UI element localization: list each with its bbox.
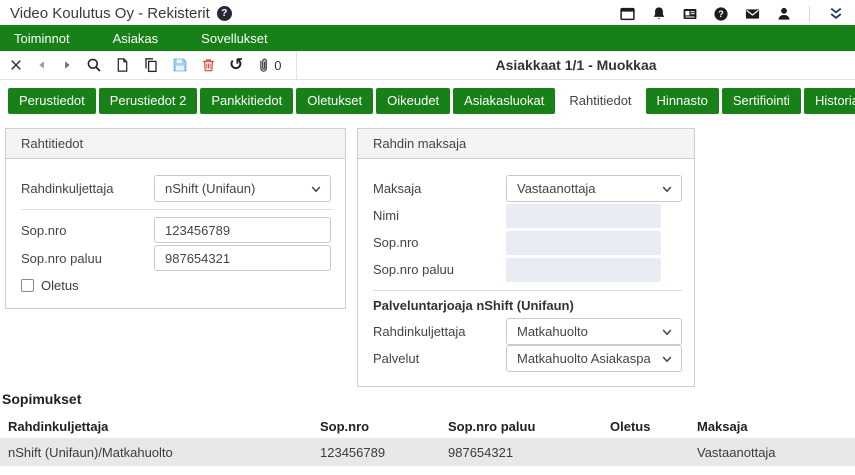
payer-label: Maksaja	[373, 181, 506, 196]
default-checkbox[interactable]	[21, 279, 34, 292]
provider-heading: Palveluntarjoaja nShift (Unifaun)	[373, 298, 682, 313]
cell-carrier: nShift (Unifaun)/Matkahuolto	[8, 445, 320, 460]
mail-icon[interactable]	[744, 6, 761, 22]
payer-name-label: Nimi	[373, 208, 506, 223]
delete-icon[interactable]	[201, 57, 216, 73]
tab-rahtitiedot[interactable]: Rahtitiedot	[558, 88, 642, 114]
tab-hinnasto[interactable]: Hinnasto	[646, 88, 719, 114]
title-help-badge-icon[interactable]: ?	[217, 6, 232, 21]
freight-info-panel: Rahtitiedot Rahdinkuljettaja nShift (Uni…	[5, 128, 346, 309]
freight-payer-panel: Rahdin maksaja Maksaja Vastaanottaja Nim…	[357, 128, 695, 387]
return-contract-number-input[interactable]: 987654321	[154, 245, 331, 271]
contracts-section: Sopimukset Rahdinkuljettaja Sop.nro Sop.…	[0, 391, 855, 466]
tab-perustiedot-2[interactable]: Perustiedot 2	[99, 88, 198, 114]
prev-record-icon[interactable]	[36, 58, 48, 72]
contracts-title: Sopimukset	[0, 391, 855, 407]
chevron-down-icon	[310, 183, 322, 195]
payer-panel-title: Rahdin maksaja	[358, 129, 694, 159]
search-icon[interactable]	[86, 57, 102, 73]
carrier-select[interactable]: nShift (Unifaun)	[154, 175, 331, 202]
payer-return-contract-label: Sop.nro paluu	[373, 262, 506, 277]
row-divider	[21, 209, 333, 210]
tab-bar: Perustiedot Perustiedot 2 Pankkitiedot O…	[0, 80, 855, 114]
tab-pankkitiedot[interactable]: Pankkitiedot	[200, 88, 293, 114]
cell-return-number: 987654321	[448, 445, 610, 460]
payer-contract-number-input-disabled	[506, 231, 661, 255]
contract-table-row[interactable]: nShift (Unifaun)/Matkahuolto 123456789 9…	[0, 438, 855, 466]
contract-number-label: Sop.nro	[21, 223, 154, 238]
save-icon[interactable]	[172, 57, 188, 73]
new-document-icon[interactable]	[115, 57, 130, 73]
attachment-count: 0	[274, 58, 281, 73]
payer-return-contract-input-disabled	[506, 258, 661, 282]
help-icon[interactable]: ?	[713, 6, 729, 22]
payer-contract-number-label: Sop.nro	[373, 235, 506, 250]
copy-icon[interactable]	[143, 57, 159, 73]
services-label: Palvelut	[373, 351, 506, 366]
titlebar-divider	[809, 6, 810, 22]
provider-carrier-select[interactable]: Matkahuolto	[506, 318, 682, 345]
tab-historia[interactable]: Historia	[804, 88, 855, 114]
freight-panel-title: Rahtitiedot	[6, 129, 345, 159]
titlebar: Video Koulutus Oy - Rekisterit ? ?	[0, 0, 855, 25]
contract-number-input[interactable]: 123456789	[154, 217, 331, 243]
contracts-table: Rahdinkuljettaja Sop.nro Sop.nro paluu O…	[0, 414, 855, 466]
menu-sovellukset[interactable]: Sovellukset	[201, 31, 267, 46]
chevron-down-icon	[661, 326, 673, 338]
notifications-bell-icon[interactable]	[651, 6, 667, 22]
cell-payer: Vastaanottaja	[697, 445, 855, 460]
tab-oletukset[interactable]: Oletukset	[296, 88, 373, 114]
chevron-down-icon	[661, 353, 673, 365]
col-header-return-number: Sop.nro paluu	[448, 419, 610, 434]
tab-oikeudet[interactable]: Oikeudet	[376, 88, 450, 114]
payer-select[interactable]: Vastaanottaja	[506, 175, 682, 202]
next-record-icon[interactable]	[61, 58, 73, 72]
close-icon[interactable]	[9, 58, 23, 72]
return-contract-number-label: Sop.nro paluu	[21, 251, 154, 266]
toolbar: ↺ 0 Asiakkaat 1/1 - Muokkaa	[0, 51, 855, 80]
col-header-payer: Maksaja	[697, 419, 855, 434]
payer-name-input-disabled	[506, 204, 661, 228]
tab-asiakasluokat[interactable]: Asiakasluokat	[453, 88, 555, 114]
attachments-button[interactable]: 0	[256, 57, 281, 73]
carrier-label: Rahdinkuljettaja	[21, 181, 154, 196]
chevron-down-icon	[661, 183, 673, 195]
provider-carrier-label: Rahdinkuljettaja	[373, 324, 506, 339]
page-title: Video Koulutus Oy - Rekisterit	[10, 5, 210, 22]
cell-contract-number: 123456789	[320, 445, 448, 460]
news-card-icon[interactable]	[682, 6, 698, 22]
menu-asiakas[interactable]: Asiakas	[113, 31, 159, 46]
menubar: Toiminnot Asiakas Sovellukset	[0, 25, 855, 51]
col-header-default: Oletus	[610, 419, 697, 434]
col-header-carrier: Rahdinkuljettaja	[8, 419, 320, 434]
menu-toiminnot[interactable]: Toiminnot	[14, 31, 70, 46]
collapse-chevrons-icon[interactable]	[827, 6, 845, 22]
section-divider	[373, 290, 682, 291]
user-icon[interactable]	[776, 6, 792, 22]
tab-perustiedot[interactable]: Perustiedot	[8, 88, 96, 114]
services-select[interactable]: Matkahuolto Asiakaspa	[506, 345, 682, 372]
window-icon[interactable]	[619, 6, 636, 22]
undo-icon[interactable]: ↺	[229, 57, 243, 73]
contracts-header-row: Rahdinkuljettaja Sop.nro Sop.nro paluu O…	[0, 414, 855, 438]
record-title: Asiakkaat 1/1 - Muokkaa	[297, 57, 855, 73]
paperclip-icon	[256, 57, 271, 73]
col-header-contract-number: Sop.nro	[320, 419, 448, 434]
svg-text:?: ?	[718, 9, 724, 19]
tab-sertifiointi[interactable]: Sertifiointi	[722, 88, 801, 114]
default-checkbox-label: Oletus	[41, 278, 79, 293]
